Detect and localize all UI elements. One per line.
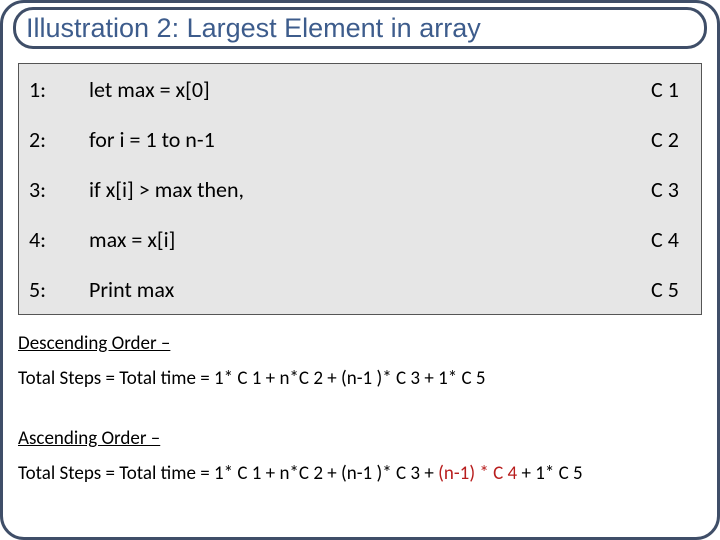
pseudocode-row: 2:for i = 1 to n-1C 2 — [19, 114, 701, 164]
descending-heading: Descending Order – — [18, 333, 702, 356]
descending-equation: Total Steps = Total time = 1* C 1 + n*C … — [18, 368, 702, 391]
ascending-heading: Ascending Order – — [18, 428, 702, 451]
code-text: for i = 1 to n-1 — [79, 114, 641, 164]
code-text: Print max — [79, 264, 641, 314]
cost-label: C 5 — [641, 264, 701, 314]
pseudocode-row: 4:max = x[i]C 4 — [19, 214, 701, 264]
line-number: 4: — [19, 214, 79, 264]
pseudocode-row: 5:Print maxC 5 — [19, 264, 701, 314]
ascending-eq-suffix: + 1* C 5 — [517, 462, 583, 485]
slide-frame: Illustration 2: Largest Element in array… — [0, 0, 720, 540]
ascending-eq-prefix: Total Steps = Total time = 1* C 1 + n*C … — [18, 462, 438, 485]
line-number: 3: — [19, 164, 79, 214]
pseudocode-row: 1:let max = x[0]C 1 — [19, 64, 701, 114]
line-number: 5: — [19, 264, 79, 314]
cost-label: C 4 — [641, 214, 701, 264]
line-number: 1: — [19, 64, 79, 114]
code-text: if x[i] > max then, — [79, 164, 641, 214]
pseudocode-box: 1:let max = x[0]C 12:for i = 1 to n-1C 2… — [18, 63, 702, 315]
code-text: max = x[i] — [79, 214, 641, 264]
cost-label: C 2 — [641, 114, 701, 164]
ascending-eq-highlight: (n-1) * C 4 — [438, 462, 517, 485]
pseudocode-table: 1:let max = x[0]C 12:for i = 1 to n-1C 2… — [19, 64, 701, 314]
line-number: 2: — [19, 114, 79, 164]
cost-label: C 3 — [641, 164, 701, 214]
cost-label: C 1 — [641, 64, 701, 114]
slide-title: Illustration 2: Largest Element in array — [26, 13, 481, 44]
ascending-equation: Total Steps = Total time = 1* C 1 + n*C … — [18, 463, 702, 486]
title-band: Illustration 2: Largest Element in array — [13, 7, 707, 49]
pseudocode-row: 3:if x[i] > max then,C 3 — [19, 164, 701, 214]
code-text: let max = x[0] — [79, 64, 641, 114]
